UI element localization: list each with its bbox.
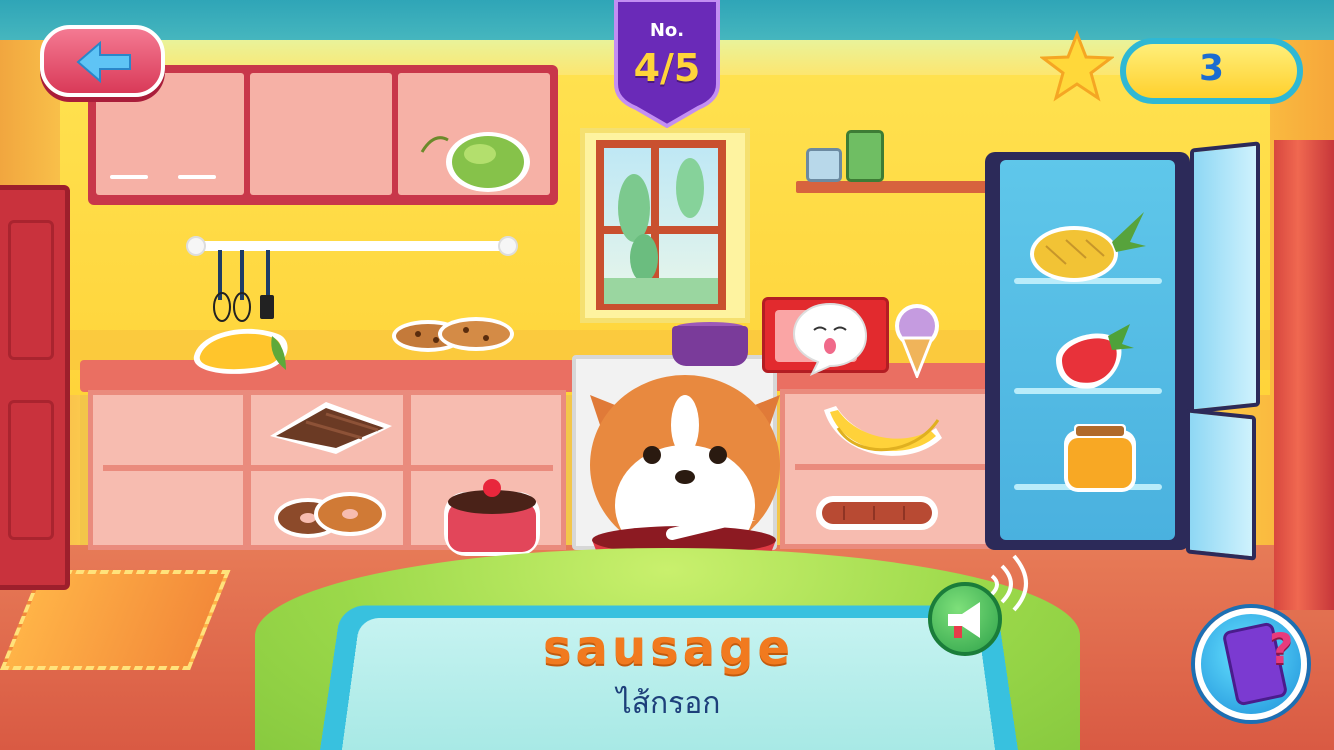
fridge-door [1186,408,1256,561]
question-mark-icon: ? [1269,624,1294,673]
mango-item[interactable] [186,312,302,378]
score-value: 3 [1198,48,1225,89]
cabinet-cell [250,73,392,195]
word-english: sausage [542,620,794,676]
cake-item[interactable] [438,472,546,560]
help-button[interactable]: ? [1195,608,1307,720]
wall-shelf [796,181,988,193]
curtain [1274,140,1334,610]
window-view [604,158,718,304]
rail-end [498,236,518,256]
honey-item[interactable] [1060,416,1140,496]
back-button[interactable] [40,25,165,97]
donuts-item[interactable] [270,488,388,542]
kitchen-scene: sausage ไส้กรอก No. 4/5 3 ? [0,0,1334,750]
door-panel [8,220,54,360]
strawberry-item[interactable] [1050,320,1134,392]
level-count: 4/5 [633,46,701,90]
level-label: No. [649,20,685,41]
cabinet-handle [110,175,148,179]
sound-waves-icon [990,554,1028,612]
ice-cream-item[interactable] [892,302,942,378]
megaphone-icon [948,602,980,638]
utensil-rail [190,241,515,251]
door-panel [8,400,54,540]
jar [806,148,842,182]
pineapple-item[interactable] [1026,206,1148,286]
rail-end [186,236,206,256]
counter-top [80,360,575,392]
chocolate-item[interactable] [266,398,396,456]
word-thai: ไส้กรอก [616,686,721,721]
sausage-item[interactable] [814,492,940,534]
cookies-item[interactable] [388,312,518,358]
jar [846,130,884,182]
fridge-door [1190,141,1260,414]
speech-bubble-icon [792,302,868,376]
arrow-left-icon [76,40,131,84]
cabinet-handle [178,175,216,179]
star-icon [1040,30,1114,102]
banana-item[interactable] [818,398,948,470]
left-door [0,185,70,590]
coconut-item[interactable] [418,120,534,196]
shelf-board [103,465,553,471]
